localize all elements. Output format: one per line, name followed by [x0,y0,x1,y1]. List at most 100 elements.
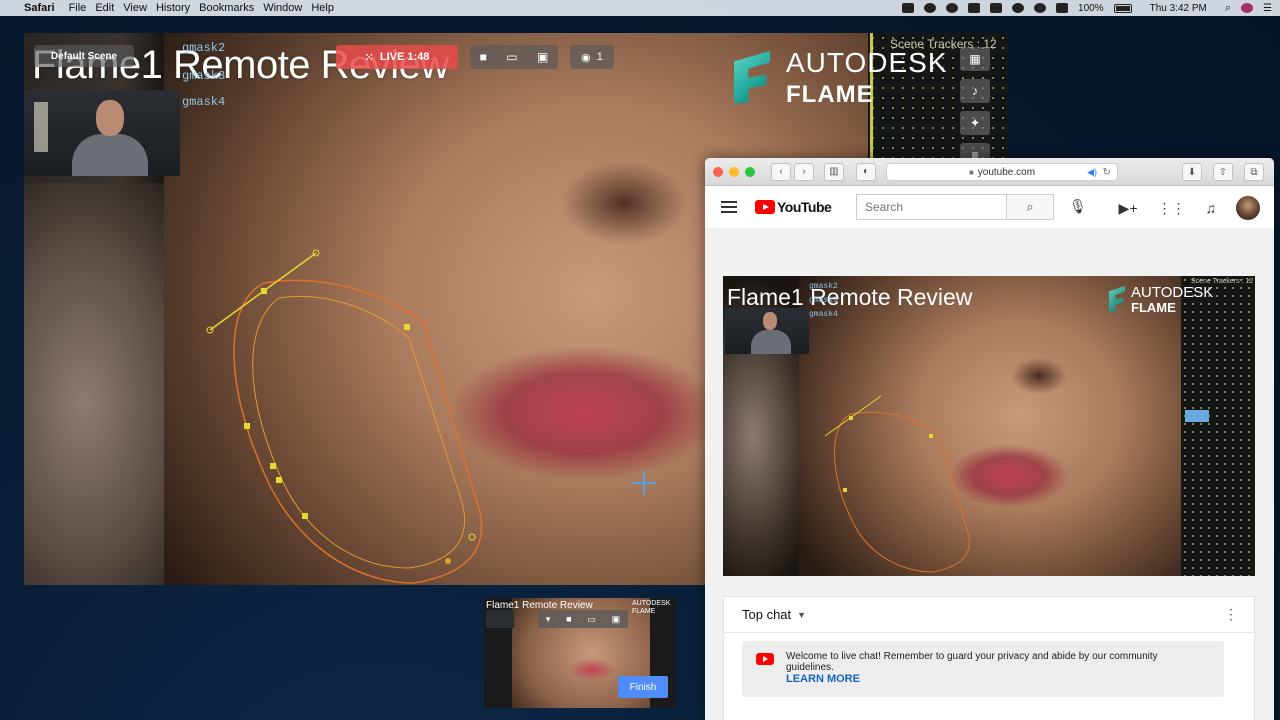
control-center-icon[interactable]: ☰ [1263,3,1272,14]
video-webcam [725,308,809,354]
microphone-icon[interactable]: 🎙 [1069,198,1087,215]
siri-icon[interactable] [1241,3,1254,13]
youtube-logo[interactable]: YouTube [755,199,832,215]
control-point-4[interactable] [270,463,276,469]
video-tracker-panel [1181,276,1255,576]
menu-help[interactable]: Help [311,2,334,14]
airplay-icon[interactable] [968,3,981,13]
mic-settings-icon[interactable]: ♪ [960,79,990,103]
eye-icon: ◉ [581,51,591,64]
control-point-8[interactable] [468,533,476,541]
camera-status-icon[interactable] [902,3,915,13]
menu-bar: Safari File Edit View History Bookmarks … [0,0,1280,16]
display-icon[interactable] [990,3,1003,13]
video-gmask-3: gmask3 [809,296,838,305]
video-flame-wordmark: FLAME [1131,300,1176,315]
hamburger-menu-icon[interactable] [721,201,737,213]
volume-icon[interactable] [1056,3,1069,13]
scene-selector[interactable]: Default Scene [34,45,134,67]
app-status-icon[interactable] [1012,3,1025,13]
battery-icon[interactable] [1113,3,1132,13]
avatar[interactable] [1236,196,1260,220]
preview-screen-icon[interactable]: ▭ [587,614,596,625]
control-point-1[interactable] [261,288,267,294]
record-status-icon[interactable] [946,3,959,13]
finish-button[interactable]: Finish [618,676,668,698]
gmask-label-2: gmask2 [182,41,226,55]
close-window-button[interactable] [713,166,723,177]
sidebar-icon[interactable]: ▥ [824,162,844,181]
viewer-count: ◉ 1 [570,45,614,69]
wifi-icon[interactable] [1034,3,1047,13]
forward-icon[interactable]: › [794,162,814,181]
preview-camera-icon[interactable]: ■ [566,614,571,624]
menu-clock[interactable]: Thu 3:42 PM [1150,3,1207,14]
video-title: Flame1 Remote Review [727,284,973,310]
control-point-7[interactable] [445,558,451,564]
more-options-icon[interactable]: ⋮ [1224,606,1238,623]
downloads-icon[interactable]: ⬇ [1182,163,1202,181]
dropdown-icon[interactable]: ▾ [546,614,551,625]
film-icon[interactable]: ▣ [537,50,548,64]
cloud-status-icon[interactable] [924,3,937,13]
magic-wand-icon[interactable]: ✦ [960,111,990,135]
inner-shape [252,295,466,569]
live-status-badge[interactable]: ⁙ LIVE 1:48 [336,45,458,69]
gmask-label-4: gmask4 [182,95,226,109]
youtube-search-input[interactable] [856,194,1006,220]
lock-icon: ■ [968,167,974,177]
zoom-window-button[interactable] [745,166,755,177]
gmask-spline[interactable] [204,243,504,585]
learn-more-link[interactable]: LEARN MORE [786,673,860,685]
preview-logo: AUTODESK FLAME [632,600,671,615]
youtube-play-icon [755,200,775,214]
spotlight-search-icon[interactable]: ⌕ [1225,2,1231,15]
create-video-icon[interactable]: ▶+ [1119,200,1138,217]
privacy-shield-icon[interactable]: ◐ [856,162,876,181]
safari-window: ‹ › ▥ ◐ ■ youtube.com ◀) ↻ ⬇ ⇧ ⧉ YouTube… [705,158,1274,720]
outer-shape [233,279,483,584]
share-icon[interactable]: ⇧ [1213,163,1233,181]
notifications-bell-icon[interactable]: ♫ [1206,200,1217,216]
live-timer: LIVE 1:48 [379,51,430,63]
minimize-window-button[interactable] [729,166,739,177]
menu-history[interactable]: History [156,2,190,14]
control-point-3[interactable] [244,423,250,429]
webcam-feed [24,90,180,176]
back-icon[interactable]: ‹ [771,162,791,181]
youtube-header-icons: ▶+ ⋮⋮ ♫ [1119,196,1260,220]
tabs-overview-icon[interactable]: ⧉ [1244,163,1264,181]
screen-share-icon[interactable]: ▭ [506,50,517,64]
youtube-small-icon [756,653,774,665]
menu-edit[interactable]: Edit [95,2,114,14]
control-point-5[interactable] [276,477,282,483]
menu-window[interactable]: Window [263,2,302,14]
gmask-label-3: gmask3 [182,69,226,83]
chat-mode-selector[interactable]: Top chat [742,607,791,622]
preview-film-icon[interactable]: ▣ [612,614,621,625]
youtube-video-player[interactable]: Scene Trackers : 12 Flame1 Remote Review… [723,276,1255,576]
reload-icon[interactable]: ↻ [1103,167,1111,178]
control-point-2[interactable] [404,324,410,330]
audio-playing-icon[interactable]: ◀) [1087,167,1097,178]
menu-file[interactable]: File [69,2,87,14]
caret-down-icon[interactable]: ▼ [797,610,806,620]
youtube-page-body: Scene Trackers : 12 Flame1 Remote Review… [705,228,1274,720]
chat-welcome-message: Welcome to live chat! Remember to guard … [742,641,1224,697]
image-tool-icon[interactable]: ▦ [960,47,990,71]
control-point-6[interactable] [302,513,308,519]
menu-bookmarks[interactable]: Bookmarks [199,2,254,14]
address-bar[interactable]: ■ youtube.com ◀) ↻ [886,163,1118,181]
chat-header[interactable]: Top chat ▼ ⋮ [724,597,1254,633]
camera-toggle-icon[interactable]: ■ [480,50,487,64]
video-gmask-2: gmask2 [809,282,838,291]
video-tracker-box [1185,410,1209,422]
menu-view[interactable]: View [123,2,147,14]
flame-wordmark: FLAME [786,81,874,108]
welcome-text: Welcome to live chat! Remember to guard … [786,651,1158,673]
menu-app-name[interactable]: Safari [24,2,55,14]
webcam-person-body [72,134,148,176]
apps-grid-icon[interactable]: ⋮⋮ [1158,200,1186,217]
search-icon[interactable]: ⌕ [1006,194,1054,220]
flame-side-toolbar: ▦ ♪ ✦ ≡ [960,47,992,175]
